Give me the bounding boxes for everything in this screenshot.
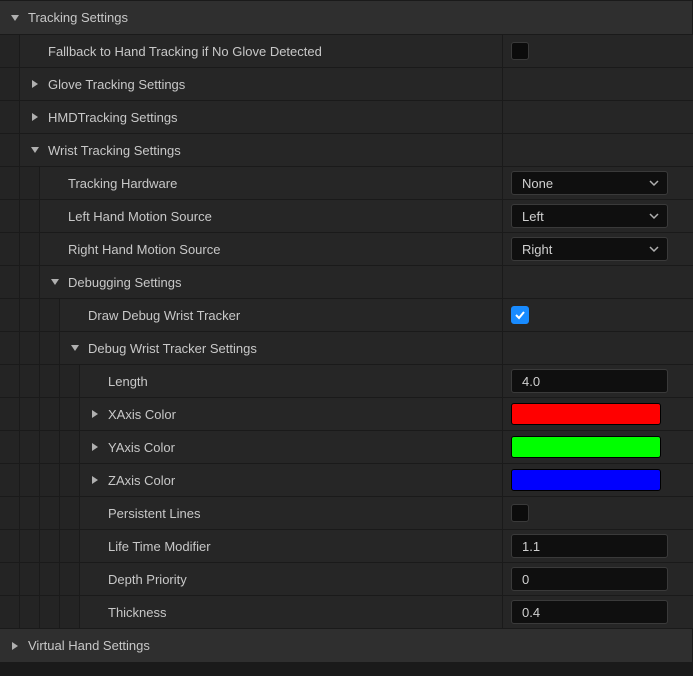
label-glove-tracking: Glove Tracking Settings bbox=[48, 77, 185, 92]
input-value: 1.1 bbox=[522, 539, 540, 554]
collapse-icon[interactable] bbox=[88, 440, 102, 454]
collapse-icon[interactable] bbox=[88, 407, 102, 421]
label-draw-debug: Draw Debug Wrist Tracker bbox=[88, 308, 240, 323]
label-debug-wrist-settings: Debug Wrist Tracker Settings bbox=[88, 341, 257, 356]
label-right-hand-source: Right Hand Motion Source bbox=[68, 242, 220, 257]
section-virtual-hand[interactable]: Virtual Hand Settings bbox=[0, 628, 693, 662]
section-title: Tracking Settings bbox=[28, 10, 128, 25]
label-depth-priority: Depth Priority bbox=[108, 572, 187, 587]
input-thickness[interactable]: 0.4 bbox=[511, 600, 668, 624]
select-value: Left bbox=[522, 209, 544, 224]
label-lifetime-modifier: Life Time Modifier bbox=[108, 539, 211, 554]
label-yaxis-color: YAxis Color bbox=[108, 440, 175, 455]
input-length[interactable]: 4.0 bbox=[511, 369, 668, 393]
expand-icon[interactable] bbox=[28, 143, 42, 157]
label-fallback: Fallback to Hand Tracking if No Glove De… bbox=[48, 44, 322, 59]
checkbox-fallback[interactable] bbox=[511, 42, 529, 60]
row-wrist-tracking[interactable]: Wrist Tracking Settings bbox=[0, 133, 693, 166]
row-glove-tracking[interactable]: Glove Tracking Settings bbox=[0, 67, 693, 100]
color-zaxis[interactable] bbox=[511, 469, 661, 491]
row-persistent-lines: Persistent Lines bbox=[0, 496, 693, 529]
row-length: Length 4.0 bbox=[0, 364, 693, 397]
row-debugging-settings[interactable]: Debugging Settings bbox=[0, 265, 693, 298]
row-yaxis-color: YAxis Color bbox=[0, 430, 693, 463]
row-xaxis-color: XAxis Color bbox=[0, 397, 693, 430]
row-draw-debug: Draw Debug Wrist Tracker bbox=[0, 298, 693, 331]
row-thickness: Thickness 0.4 bbox=[0, 595, 693, 628]
label-thickness: Thickness bbox=[108, 605, 167, 620]
label-debugging-settings: Debugging Settings bbox=[68, 275, 181, 290]
color-xaxis[interactable] bbox=[511, 403, 661, 425]
select-tracking-hardware[interactable]: None bbox=[511, 171, 668, 195]
expand-icon[interactable] bbox=[68, 341, 82, 355]
select-left-hand-source[interactable]: Left bbox=[511, 204, 668, 228]
select-value: None bbox=[522, 176, 553, 191]
input-value: 4.0 bbox=[522, 374, 540, 389]
expand-icon[interactable] bbox=[48, 275, 62, 289]
checkbox-draw-debug[interactable] bbox=[511, 306, 529, 324]
chevron-down-icon bbox=[649, 211, 659, 221]
row-depth-priority: Depth Priority 0 bbox=[0, 562, 693, 595]
label-left-hand-source: Left Hand Motion Source bbox=[68, 209, 212, 224]
collapse-icon[interactable] bbox=[8, 639, 22, 653]
chevron-down-icon bbox=[649, 244, 659, 254]
label-tracking-hardware: Tracking Hardware bbox=[68, 176, 177, 191]
row-tracking-hardware: Tracking Hardware None bbox=[0, 166, 693, 199]
settings-panel: Tracking Settings Fallback to Hand Track… bbox=[0, 0, 693, 662]
checkbox-persistent-lines[interactable] bbox=[511, 504, 529, 522]
label-hmd-tracking: HMDTracking Settings bbox=[48, 110, 178, 125]
section-tracking-settings[interactable]: Tracking Settings bbox=[0, 0, 693, 34]
collapse-icon[interactable] bbox=[28, 77, 42, 91]
row-left-hand-source: Left Hand Motion Source Left bbox=[0, 199, 693, 232]
label-persistent-lines: Persistent Lines bbox=[108, 506, 201, 521]
color-yaxis[interactable] bbox=[511, 436, 661, 458]
chevron-down-icon bbox=[649, 178, 659, 188]
label-xaxis-color: XAxis Color bbox=[108, 407, 176, 422]
row-debug-wrist-settings[interactable]: Debug Wrist Tracker Settings bbox=[0, 331, 693, 364]
section-title: Virtual Hand Settings bbox=[28, 638, 150, 653]
input-value: 0 bbox=[522, 572, 529, 587]
select-value: Right bbox=[522, 242, 552, 257]
input-lifetime-modifier[interactable]: 1.1 bbox=[511, 534, 668, 558]
row-fallback: Fallback to Hand Tracking if No Glove De… bbox=[0, 34, 693, 67]
collapse-icon[interactable] bbox=[28, 110, 42, 124]
label-wrist-tracking: Wrist Tracking Settings bbox=[48, 143, 181, 158]
label-length: Length bbox=[108, 374, 148, 389]
row-zaxis-color: ZAxis Color bbox=[0, 463, 693, 496]
row-hmd-tracking[interactable]: HMDTracking Settings bbox=[0, 100, 693, 133]
collapse-icon[interactable] bbox=[88, 473, 102, 487]
label-zaxis-color: ZAxis Color bbox=[108, 473, 175, 488]
row-lifetime-modifier: Life Time Modifier 1.1 bbox=[0, 529, 693, 562]
row-right-hand-source: Right Hand Motion Source Right bbox=[0, 232, 693, 265]
input-depth-priority[interactable]: 0 bbox=[511, 567, 668, 591]
select-right-hand-source[interactable]: Right bbox=[511, 237, 668, 261]
input-value: 0.4 bbox=[522, 605, 540, 620]
expand-icon[interactable] bbox=[8, 11, 22, 25]
